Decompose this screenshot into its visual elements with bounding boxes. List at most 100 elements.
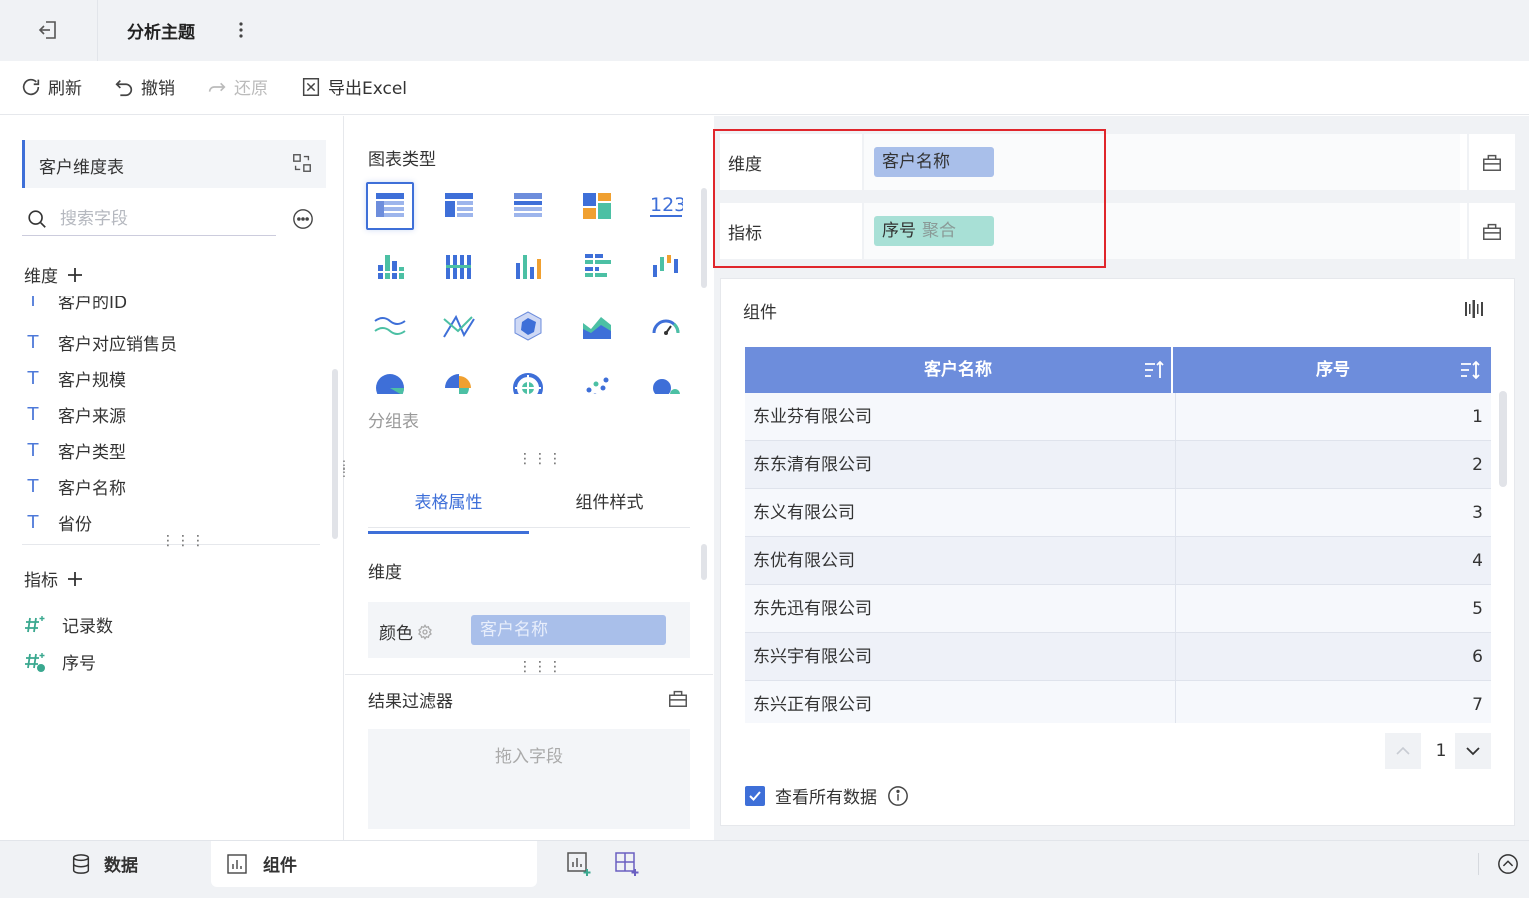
filter-drop-zone[interactable]: 拖入字段 <box>368 729 690 829</box>
column-header-customer-name[interactable]: 客户名称 <box>745 347 1173 393</box>
chart-cross-table-icon[interactable] <box>504 182 552 230</box>
dimension-field[interactable]: T 客户名称 <box>24 474 127 499</box>
settings-gear-icon[interactable] <box>417 623 433 640</box>
tab-component[interactable]: 组件 <box>211 841 537 887</box>
chart-horizontal-bar-icon[interactable] <box>573 242 621 290</box>
dimension-field[interactable]: T 客户的ID <box>24 296 128 313</box>
color-field-pill[interactable]: 客户名称 <box>471 615 666 645</box>
chart-waterfall-icon[interactable] <box>642 242 690 290</box>
search-input[interactable] <box>60 206 270 232</box>
column-header-seq[interactable]: 序号 <box>1175 347 1491 393</box>
resize-handle-icon[interactable]: ⋮⋮⋮ <box>518 660 563 674</box>
measure-section-title: 指标 <box>24 566 84 591</box>
table-row[interactable]: 东兴宇有限公司 6 <box>745 633 1491 681</box>
component-card: 组件 客户名称 序号 东业芬有限公司 1 东东清有限公司 2 东义有限公司 3 东优有… <box>720 278 1515 826</box>
dimension-field[interactable]: T 客户对应销售员 <box>24 330 178 355</box>
text-type-icon: T <box>27 368 39 389</box>
table-scrollbar[interactable] <box>1499 391 1507 487</box>
cell-seq: 1 <box>1472 407 1483 427</box>
page-next-button[interactable] <box>1455 733 1491 769</box>
measure-field[interactable]: 记录数 <box>24 612 113 637</box>
refresh-button[interactable]: 刷新 <box>20 74 82 99</box>
page-prev-button[interactable] <box>1385 733 1421 769</box>
column-divider <box>1175 537 1176 585</box>
exit-icon[interactable] <box>36 18 60 42</box>
chart-number-icon[interactable]: 123 <box>642 182 690 230</box>
tab-data[interactable]: 数据 <box>70 851 138 876</box>
tab-table-properties[interactable]: 表格属性 <box>368 488 529 534</box>
column-divider <box>1175 393 1176 441</box>
measure-field[interactable]: 序号 <box>24 649 96 674</box>
chart-rose-icon[interactable] <box>435 362 483 394</box>
dimension-lock-icon[interactable] <box>1467 134 1515 190</box>
collapse-up-icon[interactable] <box>1497 853 1519 875</box>
chart-grouped-table-icon[interactable] <box>366 182 414 230</box>
barcode-icon[interactable] <box>1463 298 1485 320</box>
selected-chart-name: 分组表 <box>368 412 419 432</box>
cell-customer-name: 东兴宇有限公司 <box>753 647 872 667</box>
tab-component-style[interactable]: 组件样式 <box>529 488 690 513</box>
dimension-field[interactable]: T 客户类型 <box>24 438 127 463</box>
switch-table-icon[interactable] <box>291 152 313 174</box>
add-component-icon[interactable] <box>566 851 592 877</box>
resize-handle-icon[interactable]: ⋮⋮⋮ <box>518 452 563 466</box>
cell-customer-name: 东兴正有限公司 <box>753 695 872 715</box>
more-vertical-icon[interactable] <box>238 20 244 40</box>
table-row[interactable]: 东先迅有限公司 5 <box>745 585 1491 633</box>
table-row[interactable]: 东兴正有限公司 7 <box>745 681 1491 723</box>
chart-stacked-bar-icon[interactable] <box>435 242 483 290</box>
field-label: 客户对应销售员 <box>58 335 177 355</box>
add-measure-icon[interactable] <box>66 570 84 588</box>
chart-line-icon[interactable] <box>366 302 414 350</box>
table-row[interactable]: 东东清有限公司 2 <box>745 441 1491 489</box>
chart-scatter-icon[interactable] <box>573 362 621 394</box>
chart-grouped-bar-icon[interactable] <box>366 242 414 290</box>
column-divider <box>1175 489 1176 537</box>
cell-customer-name: 东先迅有限公司 <box>753 599 872 619</box>
more-options-icon[interactable] <box>292 208 314 230</box>
table-row[interactable]: 东业芬有限公司 1 <box>745 393 1491 441</box>
dimension-field[interactable]: T 客户来源 <box>24 402 127 427</box>
chart-type-scrollbar[interactable] <box>701 188 707 288</box>
chart-column-icon[interactable] <box>504 242 552 290</box>
divider <box>97 0 98 61</box>
cell-seq: 2 <box>1472 455 1483 475</box>
sort-icon[interactable] <box>1459 359 1481 381</box>
dimension-title-label: 维度 <box>24 267 58 287</box>
chart-area-icon[interactable] <box>573 302 621 350</box>
chart-gauge-icon[interactable] <box>642 302 690 350</box>
chart-radar-icon[interactable] <box>504 302 552 350</box>
chart-sunburst-icon[interactable] <box>504 362 552 394</box>
undo-button[interactable]: 撤销 <box>113 74 175 99</box>
table-row[interactable]: 东义有限公司 3 <box>745 489 1491 537</box>
info-icon[interactable] <box>887 785 909 807</box>
dimension-field[interactable]: T 客户规模 <box>24 366 127 391</box>
text-type-icon: T <box>27 296 39 311</box>
chart-kpi-card-icon[interactable] <box>573 182 621 230</box>
chart-bubble-icon[interactable] <box>642 362 690 394</box>
page-number: 1 <box>1435 741 1447 761</box>
dimension-field[interactable]: T 省份 <box>24 510 93 535</box>
dimension-scrollbar[interactable] <box>332 369 338 539</box>
add-dimension-icon[interactable] <box>66 266 84 284</box>
database-icon <box>70 853 92 875</box>
chart-pie-icon[interactable] <box>366 362 414 394</box>
filter-lock-icon[interactable] <box>667 687 689 709</box>
resize-handle-icon[interactable]: ⋮⋮⋮ <box>161 534 206 548</box>
redo-button[interactable]: 还原 <box>206 74 268 99</box>
view-all-label: 查看所有数据 <box>775 788 877 808</box>
field-label: 省份 <box>58 515 92 535</box>
props-scrollbar[interactable] <box>701 544 707 580</box>
panel-resize-handle-icon[interactable]: ⋮ ⋮ <box>338 459 350 478</box>
column-divider <box>1175 633 1176 681</box>
table-row[interactable]: 东优有限公司 4 <box>745 537 1491 585</box>
view-all-checkbox[interactable] <box>745 785 765 806</box>
chart-detail-table-icon[interactable] <box>435 182 483 230</box>
sort-icon[interactable] <box>1143 359 1165 381</box>
chart-cross-line-icon[interactable] <box>435 302 483 350</box>
export-excel-button[interactable]: 导出Excel <box>300 74 407 99</box>
add-dashboard-icon[interactable] <box>614 851 640 877</box>
measure-lock-icon[interactable] <box>1467 203 1515 259</box>
chart-type-title: 图表类型 <box>368 150 436 170</box>
table-selector[interactable]: 客户维度表 <box>22 140 326 188</box>
